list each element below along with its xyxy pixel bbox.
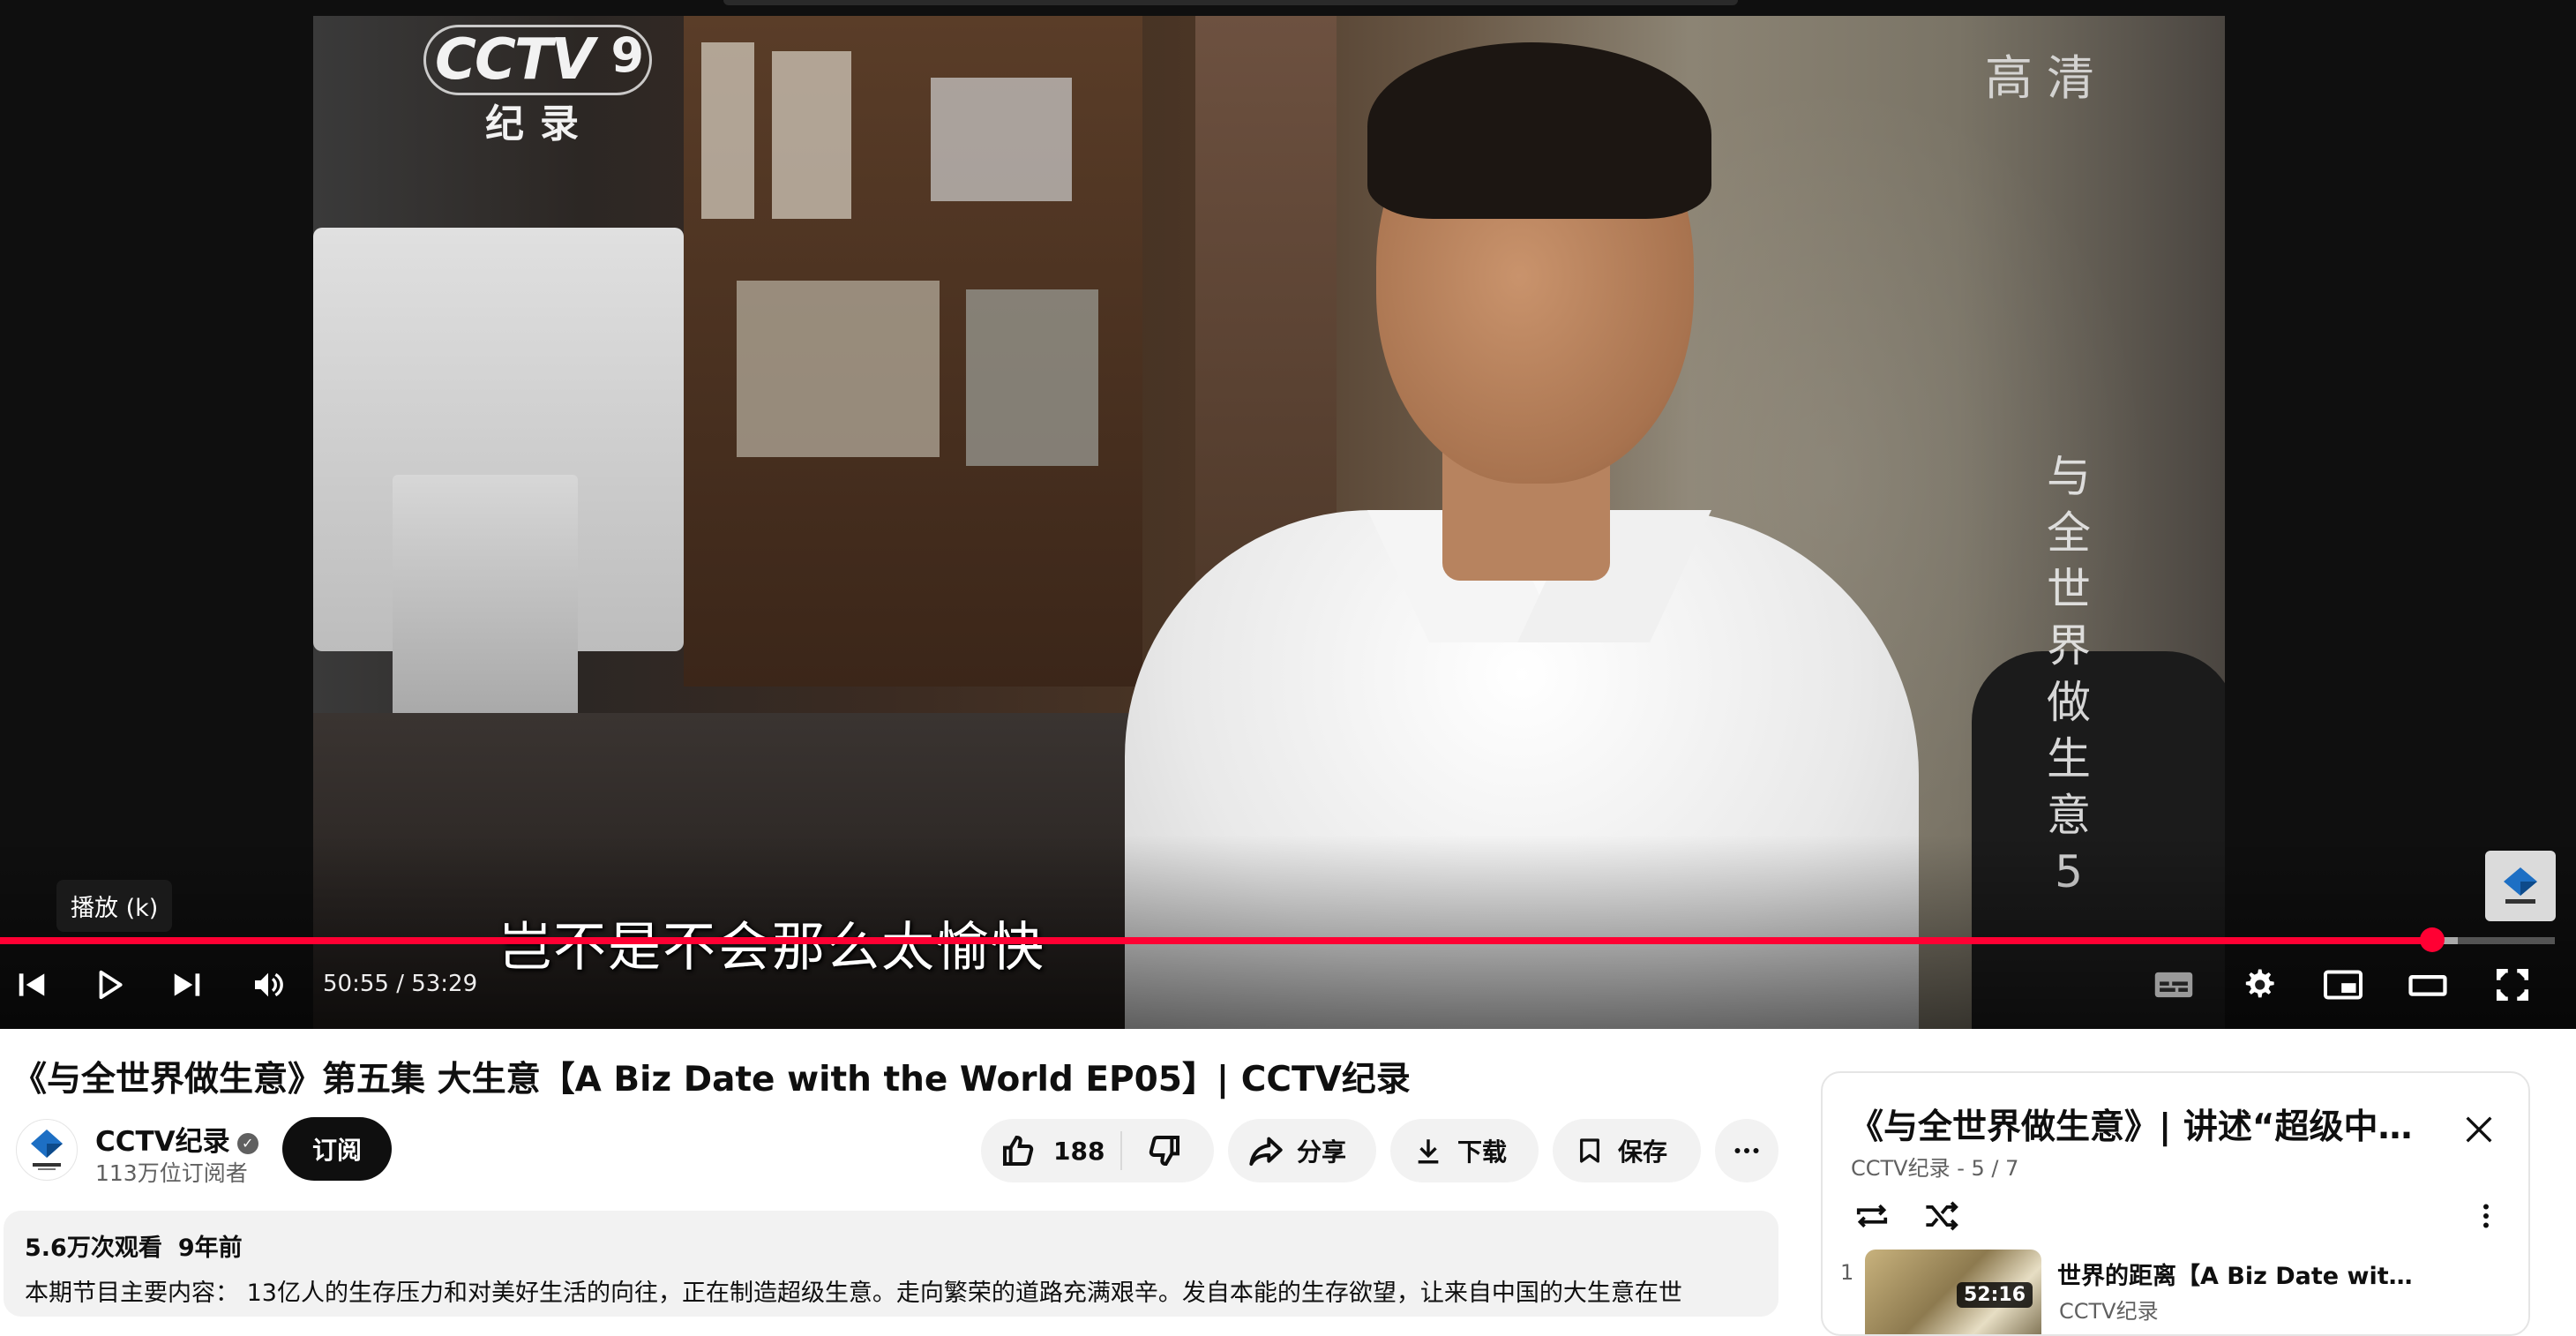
playlist-item-duration: 52:16 (1956, 1282, 2033, 1308)
subtitles-icon[interactable] (2142, 953, 2205, 1017)
description-text: 本期节目主要内容： 13亿人的生存压力和对美好生活的向往，正在制造超级生意。走向… (25, 1280, 1682, 1307)
dislike-button[interactable] (1122, 1133, 1182, 1168)
video-title: 《与全世界做生意》第五集 大生意【A Biz Date with the Wor… (12, 1060, 1411, 1100)
shelf-item (772, 51, 851, 219)
channel-avatar[interactable] (16, 1119, 78, 1181)
share-button[interactable]: 分享 (1228, 1119, 1376, 1182)
time-display: 50:55 / 53:29 (323, 971, 478, 997)
thumbs-down-icon (1149, 1136, 1179, 1167)
playlist-item-thumbnail[interactable]: 52:16 (1865, 1250, 2041, 1334)
skip-next-icon[interactable] (155, 953, 219, 1017)
skip-previous-icon[interactable] (0, 953, 64, 1017)
save-button[interactable]: 保存 (1553, 1119, 1701, 1182)
like-dislike-group: 188 (981, 1119, 1214, 1182)
channel-name[interactable]: CCTV纪录 ✓ (95, 1119, 258, 1159)
shelf-item (737, 281, 940, 457)
bookmark-icon (1580, 1138, 1599, 1163)
more-horizontal-icon (1734, 1148, 1759, 1153)
video-player[interactable]: CCTV9 纪录 高清 与全世界做生意5 岂不是不会那么太愉快 播放 (k) 5… (0, 0, 2576, 1029)
description-meta: 5.6万次观看 9年前 (25, 1228, 1757, 1263)
thumbs-up-icon (1003, 1135, 1034, 1166)
player-controls: 50:55 / 53:29 (0, 953, 2576, 1024)
download-button[interactable]: 下载 (1390, 1119, 1539, 1182)
vertical-program-title: 与全世界做生意5 (2047, 451, 2091, 897)
loop-icon[interactable] (1849, 1193, 1895, 1239)
gear-icon[interactable] (2227, 953, 2290, 1017)
share-label: 分享 (1297, 1137, 1347, 1167)
upload-age: 9年前 (177, 1235, 243, 1262)
miniplayer-icon[interactable] (2311, 953, 2375, 1017)
shelf-item (701, 42, 754, 219)
masthead-edge (723, 0, 1738, 5)
download-label: 下载 (1457, 1137, 1508, 1167)
view-count: 5.6万次观看 (25, 1235, 162, 1262)
scrubber-handle[interactable] (2419, 927, 2445, 952)
description-box[interactable]: 5.6万次观看 9年前 本期节目主要内容： 13亿人的生存压力和对美好生活的向往，… (4, 1211, 1778, 1317)
volume-icon[interactable] (236, 953, 300, 1017)
shelf-item (966, 289, 1098, 466)
play-tooltip: 播放 (k) (56, 880, 173, 932)
playlist-item-title[interactable]: 世界的距离【A Biz Date with… (2057, 1257, 2428, 1291)
channel-name-text[interactable]: CCTV纪录 (95, 1126, 230, 1158)
playlist-item-index: 1 (1840, 1260, 1854, 1285)
playlist-panel: 《与全世界做生意》| 讲述“超级中国… CCTV纪录 - 5 / 7 1 52:… (1821, 1071, 2530, 1336)
playlist-subtitle: CCTV纪录 - 5 / 7 (1851, 1156, 2019, 1181)
progress-bar[interactable] (0, 927, 2555, 952)
person-hair (1367, 42, 1711, 219)
playlist-item-channel: CCTV纪录 (2059, 1299, 2159, 1324)
hd-badge: 高清 (1985, 50, 2108, 106)
playlist-item[interactable]: 1 52:16 世界的距离【A Biz Date with… CCTV纪录 (1823, 1248, 2528, 1334)
close-icon[interactable] (2458, 1108, 2500, 1151)
theater-mode-icon[interactable] (2396, 953, 2460, 1017)
like-count: 188 (1053, 1136, 1105, 1166)
download-icon (1418, 1139, 1439, 1164)
channel-watermark[interactable] (2485, 851, 2556, 921)
like-button[interactable]: 188 (981, 1131, 1122, 1170)
play-icon[interactable] (78, 953, 141, 1017)
shelf-item (931, 78, 1072, 201)
share-icon (1249, 1137, 1283, 1166)
more-actions-button[interactable] (1715, 1119, 1778, 1182)
subscribe-button[interactable]: 订阅 (282, 1117, 393, 1181)
played-bar (0, 937, 2432, 944)
playlist-title[interactable]: 《与全世界做生意》| 讲述“超级中国… (1849, 1100, 2431, 1149)
shuffle-icon[interactable] (1920, 1193, 1966, 1239)
verified-icon: ✓ (236, 1133, 258, 1154)
cctv9-logo: CCTV 9 纪录 (423, 25, 653, 148)
fullscreen-icon[interactable] (2481, 953, 2544, 1017)
more-vertical-icon[interactable] (2463, 1193, 2509, 1239)
subscriber-count: 113万位订阅者 (95, 1160, 248, 1186)
save-label: 保存 (1618, 1137, 1668, 1167)
